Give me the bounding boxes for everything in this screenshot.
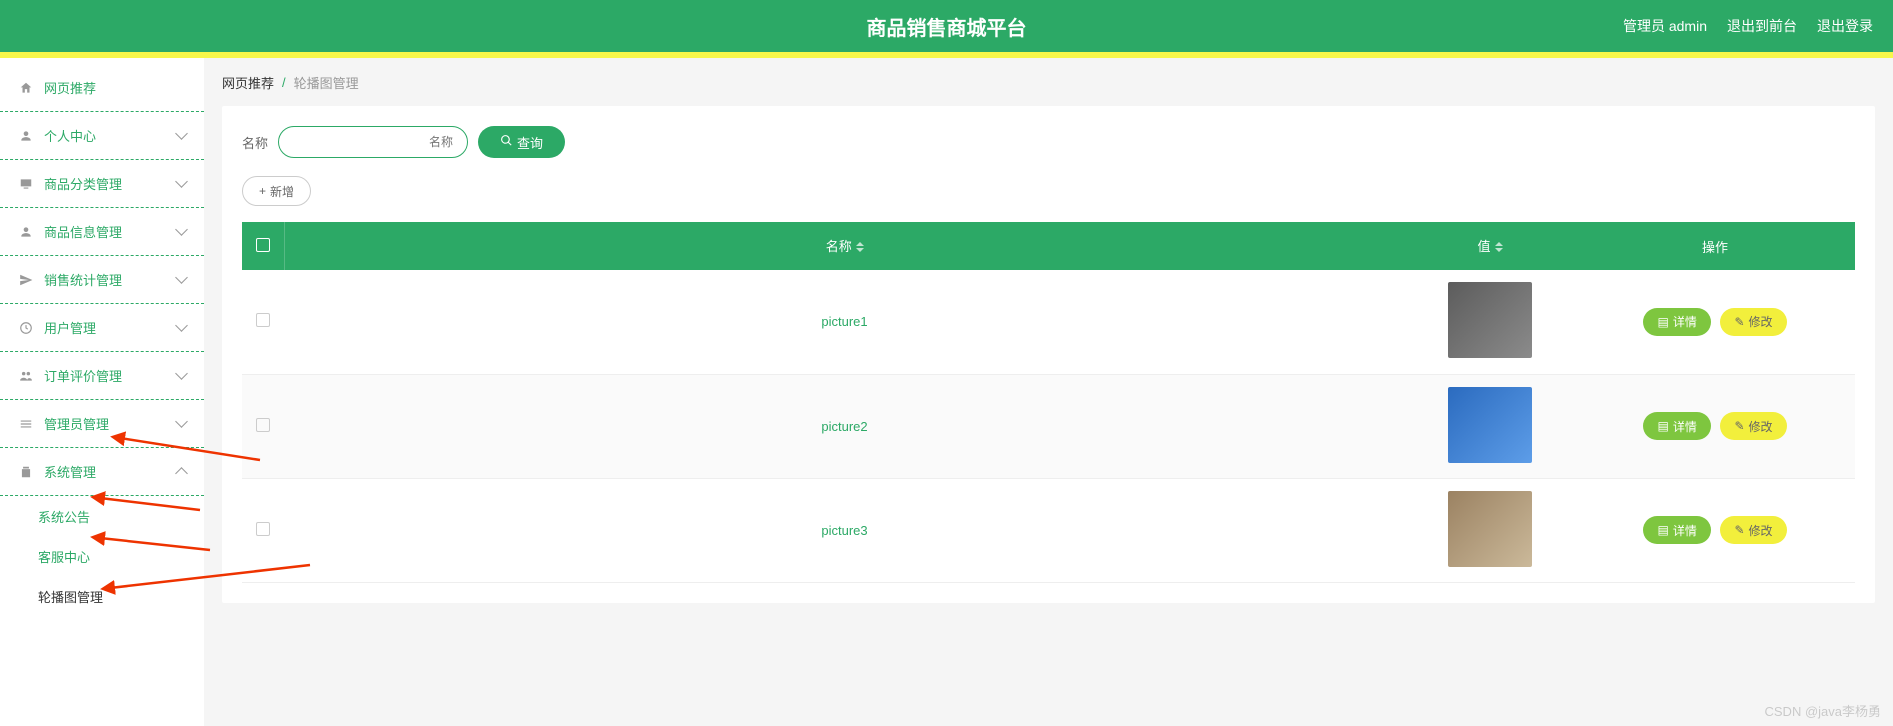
- sidebar-item-admin[interactable]: 管理员管理: [0, 400, 204, 448]
- main-content: 网页推荐 / 轮播图管理 名称 查询 + 新增: [204, 58, 1893, 726]
- edit-button[interactable]: ✎修改: [1720, 412, 1786, 440]
- sidebar-item-label: 管理员管理: [44, 414, 109, 433]
- checkbox-icon: [256, 313, 270, 327]
- cell-value: [1405, 478, 1575, 582]
- column-header-op: 操作: [1575, 222, 1855, 270]
- sidebar-item-product[interactable]: 商品信息管理: [0, 208, 204, 256]
- detail-button[interactable]: ▤详情: [1643, 412, 1710, 440]
- thumbnail-image: [1448, 282, 1532, 358]
- detail-button[interactable]: ▤详情: [1643, 516, 1710, 544]
- sort-icon: [856, 238, 864, 256]
- header-actions: 管理员 admin 退出到前台 退出登录: [1623, 16, 1873, 36]
- submenu-label: 轮播图管理: [38, 587, 103, 606]
- sort-icon: [1495, 238, 1503, 256]
- table-row: picture3 ▤详情 ✎修改: [242, 478, 1855, 582]
- plus-icon: +: [259, 184, 266, 198]
- exit-to-front-link[interactable]: 退出到前台: [1727, 16, 1797, 36]
- thumbnail-image: [1448, 491, 1532, 567]
- user-icon: [18, 128, 34, 144]
- people-icon: [18, 368, 34, 384]
- home-icon: [18, 80, 34, 96]
- sidebar-item-label: 订单评价管理: [44, 366, 122, 385]
- content-panel: 名称 查询 + 新增 名称 值 操作: [222, 106, 1875, 603]
- row-checkbox-cell[interactable]: [242, 270, 284, 374]
- cell-op: ▤详情 ✎修改: [1575, 270, 1855, 374]
- add-button[interactable]: + 新增: [242, 176, 311, 206]
- sidebar-item-label: 系统管理: [44, 462, 96, 481]
- clipboard-icon: [18, 464, 34, 480]
- cell-op: ▤详情 ✎修改: [1575, 374, 1855, 478]
- cell-value: [1405, 270, 1575, 374]
- submenu-item-carousel[interactable]: 轮播图管理: [0, 576, 204, 616]
- cell-name: picture3: [284, 478, 1405, 582]
- submenu-item-notice[interactable]: 系统公告: [0, 496, 204, 536]
- send-icon: [18, 272, 34, 288]
- table-row: picture1 ▤详情 ✎修改: [242, 270, 1855, 374]
- monitor-icon: [18, 176, 34, 192]
- breadcrumb-root[interactable]: 网页推荐: [222, 73, 274, 92]
- logout-link[interactable]: 退出登录: [1817, 16, 1873, 36]
- header-checkbox-cell[interactable]: [242, 222, 284, 270]
- app-header: 商品销售商城平台 管理员 admin 退出到前台 退出登录: [0, 0, 1893, 52]
- search-icon: [500, 134, 513, 150]
- column-header-name[interactable]: 名称: [284, 222, 1405, 270]
- edit-button[interactable]: ✎修改: [1720, 308, 1786, 336]
- sidebar: 网页推荐 个人中心 商品分类管理 商品信息管理 销售统计管理 用户管理 订单评价…: [0, 58, 204, 726]
- data-table: 名称 值 操作 picture1 ▤详情 ✎修改: [242, 222, 1855, 583]
- list-icon: ▤: [1657, 419, 1668, 433]
- sidebar-item-label: 用户管理: [44, 318, 96, 337]
- checkbox-icon: [256, 418, 270, 432]
- sidebar-item-label: 个人中心: [44, 126, 96, 145]
- search-input[interactable]: [278, 126, 468, 158]
- sidebar-item-label: 商品分类管理: [44, 174, 122, 193]
- detail-button[interactable]: ▤详情: [1643, 308, 1710, 336]
- admin-label[interactable]: 管理员 admin: [1623, 16, 1707, 36]
- sidebar-item-profile[interactable]: 个人中心: [0, 112, 204, 160]
- list-icon: ▤: [1657, 523, 1668, 537]
- cell-name: picture2: [284, 374, 1405, 478]
- person-icon: [18, 224, 34, 240]
- search-row: 名称 查询: [242, 126, 1855, 158]
- row-checkbox-cell[interactable]: [242, 478, 284, 582]
- sidebar-item-label: 销售统计管理: [44, 270, 122, 289]
- add-button-label: 新增: [270, 183, 294, 200]
- submenu-item-service[interactable]: 客服中心: [0, 536, 204, 576]
- pencil-icon: ✎: [1734, 523, 1744, 537]
- sidebar-item-category[interactable]: 商品分类管理: [0, 160, 204, 208]
- breadcrumb: 网页推荐 / 轮播图管理: [222, 58, 1875, 106]
- sidebar-item-home[interactable]: 网页推荐: [0, 64, 204, 112]
- search-label: 名称: [242, 133, 268, 152]
- submenu-label: 客服中心: [38, 547, 90, 566]
- cell-op: ▤详情 ✎修改: [1575, 478, 1855, 582]
- table-row: picture2 ▤详情 ✎修改: [242, 374, 1855, 478]
- edit-button[interactable]: ✎修改: [1720, 516, 1786, 544]
- pencil-icon: ✎: [1734, 315, 1744, 329]
- list-icon: ▤: [1657, 315, 1668, 329]
- sidebar-item-label: 网页推荐: [44, 78, 96, 97]
- cell-name: picture1: [284, 270, 1405, 374]
- sidebar-item-label: 商品信息管理: [44, 222, 122, 241]
- pencil-icon: ✎: [1734, 419, 1744, 433]
- breadcrumb-current: 轮播图管理: [294, 73, 359, 92]
- sidebar-item-users[interactable]: 用户管理: [0, 304, 204, 352]
- thumbnail-image: [1448, 387, 1532, 463]
- sidebar-item-sales[interactable]: 销售统计管理: [0, 256, 204, 304]
- sidebar-item-review[interactable]: 订单评价管理: [0, 352, 204, 400]
- checkbox-icon: [256, 238, 270, 252]
- submenu-label: 系统公告: [38, 507, 90, 526]
- clock-icon: [18, 320, 34, 336]
- app-title: 商品销售商城平台: [867, 12, 1027, 41]
- search-button-label: 查询: [517, 133, 543, 152]
- sidebar-item-system[interactable]: 系统管理: [0, 448, 204, 496]
- column-header-value[interactable]: 值: [1405, 222, 1575, 270]
- search-button[interactable]: 查询: [478, 126, 565, 158]
- checkbox-icon: [256, 522, 270, 536]
- breadcrumb-separator: /: [282, 75, 286, 90]
- row-checkbox-cell[interactable]: [242, 374, 284, 478]
- menu-icon: [18, 416, 34, 432]
- watermark: CSDN @java李杨勇: [1765, 701, 1882, 720]
- cell-value: [1405, 374, 1575, 478]
